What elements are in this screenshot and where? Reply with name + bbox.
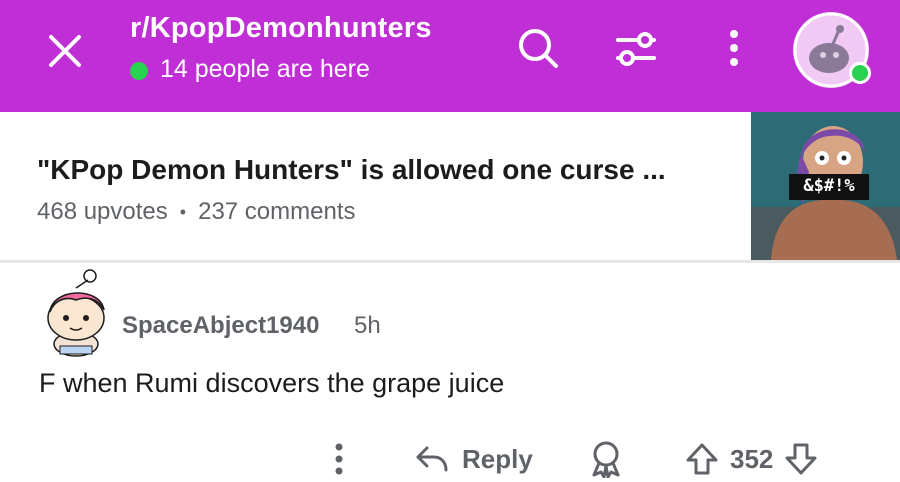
upvote-icon[interactable] [684, 441, 720, 477]
reply-button[interactable]: Reply [414, 436, 533, 482]
online-dot-icon [130, 61, 148, 80]
reply-arrow-icon [416, 446, 448, 472]
vote-count: 352 [730, 443, 774, 474]
comment-timestamp: 5h [354, 312, 381, 339]
more-vertical-icon [335, 443, 343, 475]
filter-icon [616, 32, 656, 66]
snoo-avatar-icon [47, 269, 105, 357]
comment-more-button[interactable] [324, 436, 354, 482]
more-vertical-icon [730, 30, 738, 66]
online-status-dot-icon [849, 62, 871, 84]
post-comments-count: 237 comments [198, 198, 356, 225]
commenter-avatar[interactable] [42, 268, 110, 358]
vote-controls: 352 [684, 436, 819, 482]
post-title[interactable]: "KPop Demon Hunters" is allowed one curs… [37, 154, 666, 186]
award-button[interactable] [588, 436, 624, 482]
comment-username[interactable]: SpaceAbject1940 [122, 312, 319, 340]
comment-body: F when Rumi discovers the grape juice [39, 368, 505, 398]
filter-button[interactable] [610, 22, 662, 74]
section-divider [0, 260, 900, 263]
award-icon [592, 441, 620, 478]
search-button[interactable] [512, 22, 564, 74]
post-thumbnail[interactable]: &$#!% [751, 112, 900, 260]
reply-label: Reply [462, 443, 533, 474]
thumbnail-caption: &$#!% [803, 176, 855, 196]
post-upvotes: 468 upvotes [37, 198, 168, 225]
close-button[interactable] [40, 26, 90, 76]
meta-separator: • [179, 201, 187, 222]
community-name[interactable]: r/KpopDemonhunters [130, 12, 432, 45]
parent-post-card[interactable]: "KPop Demon Hunters" is allowed one curs… [0, 112, 900, 260]
online-status: 14 people are here [130, 55, 370, 84]
downvote-icon[interactable] [783, 441, 819, 477]
close-icon [49, 35, 81, 67]
community-header: r/KpopDemonhunters 14 people are here [0, 0, 900, 112]
search-icon [519, 29, 558, 68]
more-options-button[interactable] [708, 22, 760, 74]
online-count-text: 14 people are here [160, 55, 370, 83]
post-meta: 468 upvotes • 237 comments [37, 198, 356, 226]
user-avatar-button[interactable] [793, 12, 871, 88]
